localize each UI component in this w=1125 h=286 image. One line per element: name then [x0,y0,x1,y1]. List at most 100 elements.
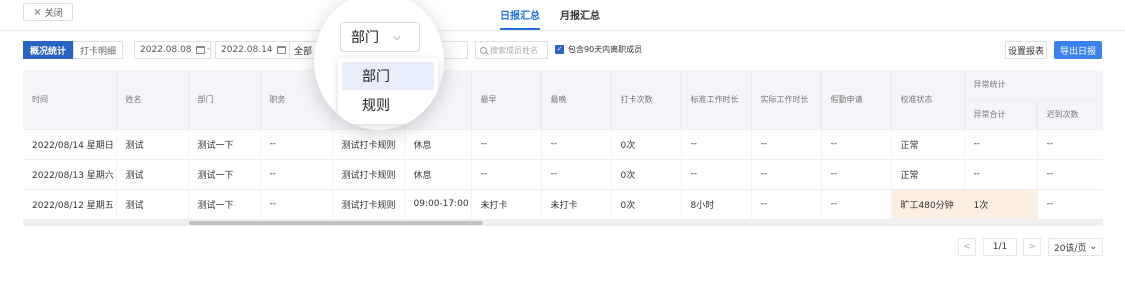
horizontal-scrollbar[interactable] [23,220,1103,226]
col-header-name: 姓名 [116,70,189,130]
cell: 8小时 [681,189,752,220]
group-by-dropdown: 部门 规则 [338,58,438,124]
cell: 09:00-17:00 [404,189,472,220]
toolbar: 概况统计 打卡明细 2022.08.08 - 2022.08.14 全部 搜索成… [23,41,1102,59]
attendance-table: 时间 姓名 部门 职务 最早 最晚 打卡次数 标准工作时长 实际工作时长 假勤申… [23,70,1103,220]
cell-calib-absent: 旷工480分钟 [891,189,965,220]
tab-monthly-summary[interactable]: 月报汇总 [560,0,600,30]
checkbox-checked-icon[interactable]: ✓ [555,45,564,54]
next-page-button[interactable]: > [1023,238,1041,256]
cell: 测试一下 [188,159,261,190]
cell: -- [964,129,1038,160]
cell: 测试 [116,189,189,220]
cell: 2022/08/13 星期六 [23,159,117,190]
cell: 测试打卡规则 [332,129,405,160]
start-date-picker[interactable]: 2022.08.08 [134,41,211,59]
cell: 休息 [404,129,472,160]
header-divider [0,30,1125,31]
cell: 测试打卡规则 [332,189,405,220]
cell: -- [1037,129,1103,160]
cell: 测试打卡规则 [332,159,405,190]
search-icon [480,46,487,54]
filter-input[interactable] [443,41,468,59]
cell: 2022/08/14 星期日 [23,129,117,160]
cell: -- [751,189,822,220]
cell: 未打卡 [471,189,542,220]
cell: 未打卡 [541,189,612,220]
col-header-clock-count: 打卡次数 [611,70,682,130]
cell: -- [260,189,333,220]
group-by-select[interactable]: 部门 ⌵ [340,22,420,52]
search-input[interactable]: 搜索成员姓名 [475,41,548,59]
col-header-dept: 部门 [188,70,261,130]
col-header-latest: 最晚 [541,70,612,130]
table-row[interactable]: 2022/08/14 星期日 测试 测试一下 -- 测试打卡规则 休息 -- -… [23,129,1103,160]
end-date-picker[interactable]: 2022.08.14 [215,41,292,59]
chevron-down-icon: ⌵ [393,31,401,43]
cell: 正常 [891,159,965,190]
tab-overview[interactable]: 概况统计 [23,41,74,59]
col-header-calib-status: 校准状态 [891,70,965,130]
include-left-label: 包含90天内离职成员 [568,45,643,54]
tab-daily-summary[interactable]: 日报汇总 [500,0,540,30]
cell: 测试 [116,159,189,190]
date-separator: - [207,44,211,54]
close-label: 关闭 [44,8,63,19]
table-row[interactable]: 2022/08/13 星期六 测试 测试一下 -- 测试打卡规则 休息 -- -… [23,159,1103,190]
cell: -- [1037,159,1103,190]
include-left-members[interactable]: ✓ 包含90天内离职成员 [555,44,642,55]
view-switch: 概况统计 打卡明细 [23,41,124,59]
page-size-label: 20该/页 [1053,243,1087,254]
group-by-value: 部门 [351,30,379,46]
cell: -- [260,129,333,160]
cell: -- [1037,189,1103,220]
calendar-icon [195,46,205,54]
page-size-select[interactable]: 20该/页 ⌄ [1048,238,1103,256]
tab-clock-detail[interactable]: 打卡明细 [73,41,124,59]
scrollbar-thumb[interactable] [189,221,483,225]
cell-anomaly-total: 1次 [964,189,1038,220]
calendar-icon [276,46,286,54]
cell: -- [681,159,752,190]
col-header-actual-hours: 实际工作时长 [751,70,822,130]
col-header-anomaly-total: 异常合计 [964,100,1038,130]
cell: -- [681,129,752,160]
col-header-time: 时间 [23,70,117,130]
col-header-earliest: 最早 [471,70,542,130]
chevron-down-icon: ⌄ [1089,242,1098,252]
report-tabs: 日报汇总 月报汇总 [500,0,600,30]
cell: 测试一下 [188,189,261,220]
cell: 2022/08/12 星期五 [23,189,117,220]
cell: -- [471,129,542,160]
table-row[interactable]: 2022/08/12 星期五 测试 测试一下 -- 测试打卡规则 09:00-1… [23,189,1103,220]
cell: -- [821,159,892,190]
end-date-value: 2022.08.14 [221,45,273,55]
search-placeholder: 搜索成员姓名 [490,45,538,55]
col-group-anomaly: 异常统计 [964,70,1103,101]
option-department[interactable]: 部门 [342,62,434,90]
cell: 0次 [611,129,682,160]
page-indicator: 1/1 [983,238,1017,256]
cell: 测试 [116,129,189,160]
col-header-late-count: 迟到次数 [1037,100,1103,130]
close-icon: × [33,6,42,18]
cell: -- [821,129,892,160]
cell: -- [541,129,612,160]
cell: -- [260,159,333,190]
col-header-leave: 假勤申请 [821,70,892,130]
cell: 正常 [891,129,965,160]
cell: 0次 [611,189,682,220]
close-button[interactable]: × 关闭 [23,3,73,21]
report-settings-button[interactable]: 设置报表 [1005,41,1047,59]
cell: -- [751,159,822,190]
cell: -- [471,159,542,190]
cell: 休息 [404,159,472,190]
cell: -- [541,159,612,190]
option-rule[interactable]: 规则 [338,90,438,120]
cell: -- [821,189,892,220]
cell: 测试一下 [188,129,261,160]
zoom-callout: 部门 ⌵ 部门 规则 [314,0,444,130]
export-daily-button[interactable]: 导出日报 [1054,41,1102,59]
cell: -- [964,159,1038,190]
prev-page-button[interactable]: < [958,238,976,256]
